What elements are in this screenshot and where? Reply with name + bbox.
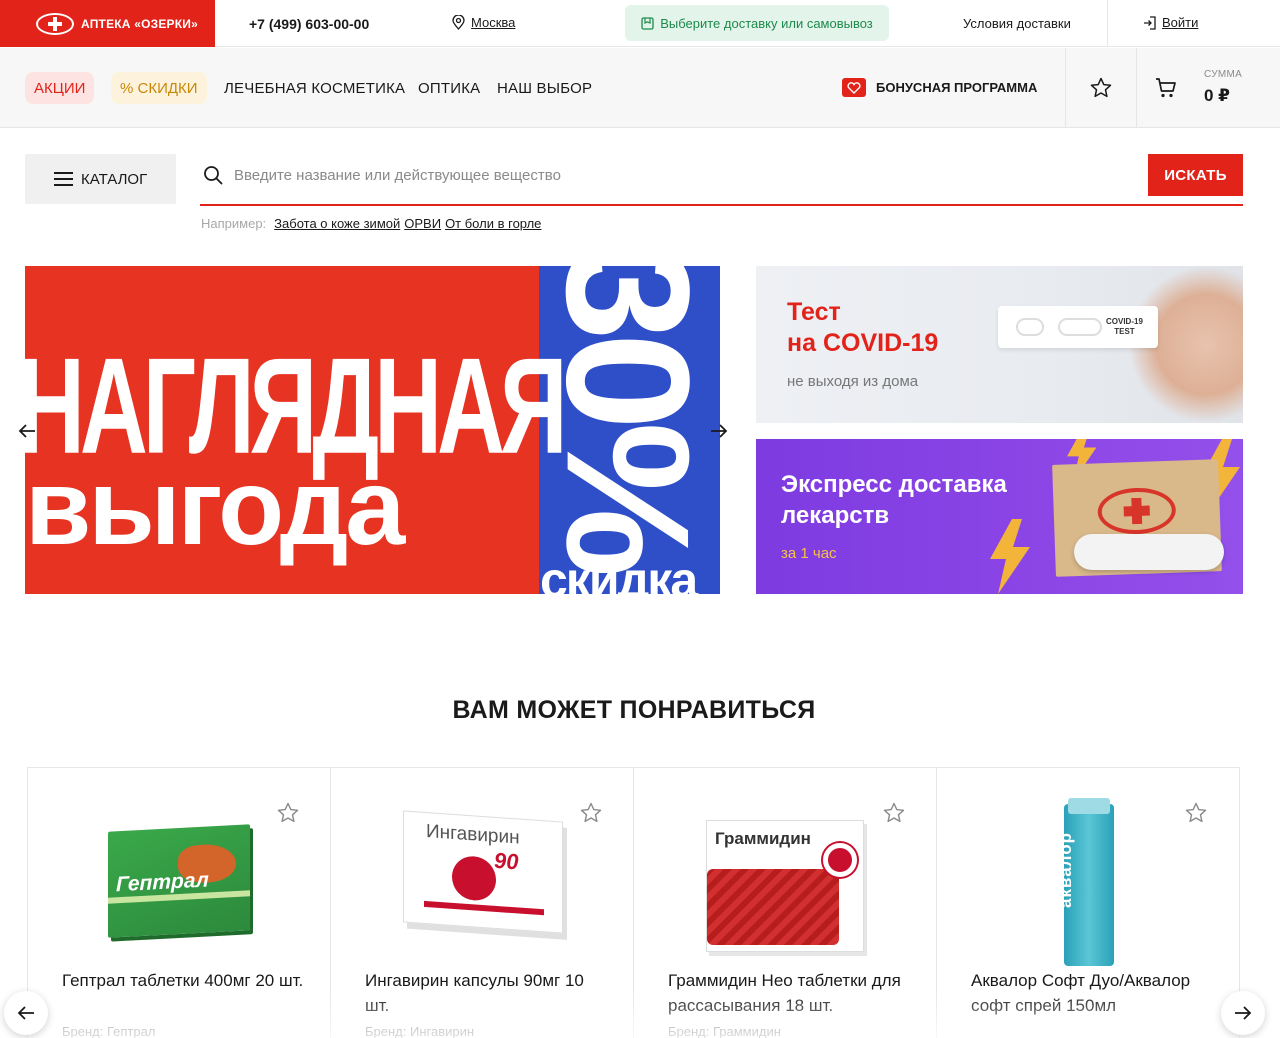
banner-headline-2: выгода (25, 446, 405, 567)
phone-number[interactable]: +7 (499) 603-00-00 (249, 16, 369, 32)
nav-sale[interactable]: % СКИДКИ (111, 72, 207, 104)
product-card[interactable]: Гептрал Гептрал таблетки 400мг 20 шт. Бр… (27, 768, 331, 1038)
covid-banner-subtitle: не выходя из дома (787, 373, 919, 390)
login-link[interactable]: Войти (1143, 15, 1198, 30)
examples-label: Например: (201, 216, 267, 231)
main-nav: АКЦИИ % СКИДКИ ЛЕЧЕБНАЯ КОСМЕТИКА ОПТИКА… (0, 48, 1280, 128)
city-selector[interactable]: Москва (452, 15, 515, 30)
product-brand: Бренд: Граммидин (668, 1024, 781, 1038)
login-icon (1144, 15, 1156, 30)
pack-label: Ингавирин (426, 821, 520, 849)
logo[interactable]: АПТЕКА «ОЗЕРКИ» (0, 0, 215, 47)
divider (1065, 48, 1066, 128)
covid-banner-title: Тест на COVID-19 (787, 298, 939, 357)
express-banner-title: Экспресс доставка лекарств (781, 471, 1007, 529)
test-strip-label: COVID-19 TEST (1106, 317, 1143, 336)
add-to-favorites-button[interactable] (1183, 800, 1209, 826)
product-name[interactable]: Гептрал таблетки 400мг 20 шт. (62, 968, 307, 993)
login-label: Войти (1162, 15, 1199, 30)
bonus-program-link[interactable]: БОНУСНАЯ ПРОГРАММА (842, 78, 1037, 97)
nav-link-our-choice[interactable]: НАШ ВЫБОР (497, 80, 592, 97)
arrow-right-icon (1235, 1006, 1252, 1020)
product-image: Гептрал (108, 824, 250, 938)
delivery-conditions-link[interactable]: Условия доставки (963, 16, 1071, 31)
delivery-choice-label: Выберите доставку или самовывоз (660, 15, 873, 31)
promo-banner-main[interactable]: НАГЛЯДНАЯ выгода 30% скидка (25, 266, 720, 594)
delivery-choice-button[interactable]: Выберите доставку или самовывоз (625, 5, 889, 41)
product-card[interactable]: аквалор Аквалор Софт Дуо/Аквалор софт сп… (936, 768, 1240, 1038)
menu-icon (54, 172, 73, 186)
test-cassette-image: COVID-19 TEST (998, 306, 1158, 348)
search-bar: ИСКАТЬ (200, 154, 1243, 206)
products-next-button[interactable] (1221, 991, 1265, 1035)
bonus-program-label: БОНУСНАЯ ПРОГРАММА (876, 80, 1038, 95)
star-icon (883, 802, 905, 823)
box-icon (641, 16, 654, 30)
product-card[interactable]: Граммидин Граммидин Нео таблетки для рас… (633, 768, 937, 1038)
promo-banner-express-delivery[interactable]: Экспресс доставка лекарств за 1 час (756, 439, 1243, 594)
star-icon (1185, 802, 1207, 823)
bonus-card-icon (842, 78, 866, 97)
glove-hand-image (1074, 534, 1224, 570)
cart-icon (1156, 78, 1176, 98)
cart-sum-label: СУММА (1204, 69, 1243, 80)
product-name[interactable]: Граммидин Нео таблетки для рассасывания … (668, 968, 913, 1018)
nav-promo[interactable]: АКЦИИ (25, 72, 95, 104)
example-link[interactable]: Забота о коже зимой (274, 216, 400, 231)
pack-label: Граммидин (715, 829, 811, 848)
logo-text: АПТЕКА «ОЗЕРКИ» (81, 16, 198, 31)
search-examples: Например: Забота о коже зимой ОРВИ От бо… (201, 216, 541, 231)
arrow-left-icon (17, 1006, 34, 1020)
location-pin-icon (452, 15, 465, 30)
banner-discount-word: скидка (540, 552, 698, 594)
product-brand: Бренд: Гептрал (62, 1024, 156, 1038)
section-title: ВАМ МОЖЕТ ПОНРАВИТЬСЯ (452, 696, 816, 724)
products-prev-button[interactable] (4, 991, 48, 1035)
arrow-left-icon (18, 424, 35, 438)
add-to-favorites-button[interactable] (881, 800, 907, 826)
pack-label: аквалор (1056, 832, 1075, 908)
carousel-prev-button[interactable] (12, 416, 42, 446)
arrow-right-icon (711, 424, 728, 438)
divider (1136, 48, 1137, 128)
banner-percent: 30% (529, 266, 720, 570)
star-icon (1090, 77, 1112, 98)
nav-link-cosmetics[interactable]: ЛЕЧЕБНАЯ КОСМЕТИКА (224, 80, 405, 97)
product-carousel: Гептрал Гептрал таблетки 400мг 20 шт. Бр… (27, 767, 1240, 1038)
example-link[interactable]: От боли в горле (445, 216, 541, 231)
star-icon (277, 802, 299, 823)
product-card[interactable]: Ингавирин 90 Ингавирин капсулы 90мг 10 ш… (330, 768, 634, 1038)
example-link[interactable]: ОРВИ (404, 216, 441, 231)
top-bar: АПТЕКА «ОЗЕРКИ» +7 (499) 603-00-00 Москв… (0, 0, 1280, 47)
logo-cross-icon (36, 12, 74, 35)
divider (1107, 0, 1108, 47)
product-image: Ингавирин 90 (403, 810, 563, 934)
add-to-favorites-button[interactable] (275, 800, 301, 826)
search-input[interactable] (234, 164, 1114, 186)
pharmacy-cross-icon (1096, 486, 1177, 536)
cart-button[interactable] (1152, 74, 1180, 102)
search-icon (204, 166, 223, 185)
star-icon (580, 802, 602, 823)
product-name[interactable]: Ингавирин капсулы 90мг 10 шт. (365, 968, 610, 1018)
product-brand: Бренд: Ингавирин (365, 1024, 475, 1038)
product-image: аквалор (1056, 798, 1114, 966)
catalog-button[interactable]: КАТАЛОГ (25, 154, 176, 204)
favorites-button[interactable] (1087, 74, 1115, 102)
add-to-favorites-button[interactable] (578, 800, 604, 826)
banner-percent-wrap: 30% (527, 266, 720, 570)
cart-sum-value: 0 ₽ (1204, 86, 1231, 105)
express-banner-subtitle: за 1 час (781, 545, 837, 562)
pack-number: 90 (494, 847, 519, 875)
city-name: Москва (471, 15, 516, 30)
product-name[interactable]: Аквалор Софт Дуо/Аквалор софт спрей 150м… (971, 968, 1216, 1018)
search-button[interactable]: ИСКАТЬ (1148, 154, 1243, 196)
catalog-label: КАТАЛОГ (81, 170, 148, 188)
product-image: Граммидин (706, 820, 864, 952)
promo-banner-covid-test[interactable]: Тест на COVID-19 не выходя из дома COVID… (756, 266, 1243, 423)
nav-link-optics[interactable]: ОПТИКА (418, 80, 480, 97)
carousel-next-button[interactable] (704, 416, 734, 446)
